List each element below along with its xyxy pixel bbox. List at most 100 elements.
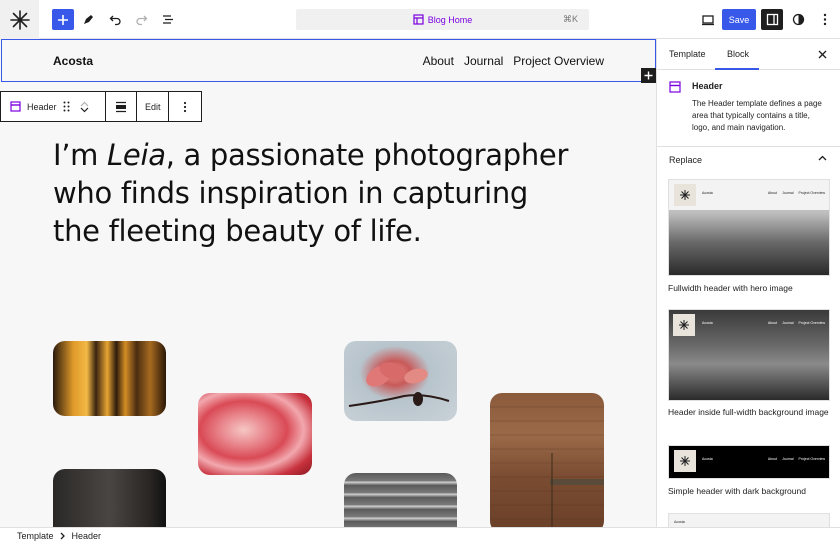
hero-name: Leia bbox=[107, 138, 166, 172]
pattern-nav: About Journal Project Overview bbox=[768, 321, 825, 325]
photo-stone-interior[interactable] bbox=[53, 469, 166, 527]
pattern-nav-item: About bbox=[767, 191, 778, 195]
replace-panel-toggle[interactable] bbox=[818, 153, 827, 164]
pen-icon bbox=[83, 15, 93, 24]
tab-block[interactable]: Block bbox=[727, 49, 749, 59]
wordpress-logo-icon bbox=[9, 9, 30, 30]
brick-texture bbox=[490, 406, 604, 527]
close-sidebar-button[interactable] bbox=[818, 48, 827, 62]
command-shortcut: ⌘K bbox=[562, 14, 578, 24]
styles-button[interactable] bbox=[787, 9, 809, 30]
nav-link-journal[interactable]: Journal bbox=[464, 54, 503, 68]
pattern-nav-item: About bbox=[767, 457, 778, 461]
more-vertical-icon bbox=[183, 101, 187, 112]
block-card-description: The Header template defines a page area … bbox=[692, 99, 822, 132]
pattern-fullwidth-hero[interactable]: Acosta About Journal Project Overview bbox=[668, 179, 830, 276]
insert-block-after-button[interactable] bbox=[641, 68, 656, 83]
document-title: Blog Home bbox=[427, 14, 473, 25]
site-title[interactable]: Acosta bbox=[53, 54, 93, 68]
editor-canvas[interactable]: Acosta About Journal Project Overview He… bbox=[0, 39, 656, 527]
undo-icon bbox=[109, 15, 121, 26]
site-navigation: About Journal Project Overview bbox=[423, 54, 604, 68]
pattern-nav-item: Project Overview bbox=[798, 191, 825, 195]
pattern-logo-icon bbox=[674, 450, 696, 472]
pattern-preview-header: Acosta About Journal Project Overview bbox=[669, 446, 829, 476]
align-full-icon bbox=[115, 101, 126, 112]
pattern-site-title: Acosta bbox=[674, 520, 685, 524]
photo-magnolia-branch[interactable] bbox=[344, 341, 457, 421]
plus-icon bbox=[644, 71, 653, 80]
replace-panel-title[interactable]: Replace bbox=[669, 155, 702, 165]
pattern-header-inside-background[interactable]: Acosta About Journal Project Overview bbox=[668, 309, 830, 401]
redo-button[interactable] bbox=[130, 9, 152, 30]
template-icon bbox=[413, 14, 424, 25]
photo-brick-wall[interactable] bbox=[490, 393, 604, 527]
template-part-icon bbox=[669, 81, 681, 93]
nav-link-about[interactable]: About bbox=[423, 54, 454, 68]
block-options-button[interactable] bbox=[169, 92, 201, 121]
chevron-down-icon[interactable] bbox=[80, 107, 89, 113]
styles-icon bbox=[792, 13, 804, 26]
pattern-logo-icon bbox=[674, 184, 696, 206]
breadcrumb-template[interactable]: Template bbox=[17, 531, 54, 541]
template-part-icon bbox=[10, 101, 21, 112]
align-button[interactable] bbox=[106, 92, 138, 121]
pattern-nav: About Journal Project Overview bbox=[768, 457, 825, 461]
pattern-nav-item: Journal bbox=[782, 321, 794, 325]
settings-sidebar-toggle[interactable] bbox=[761, 9, 783, 30]
desktop-view-icon bbox=[702, 14, 714, 25]
undo-button[interactable] bbox=[104, 9, 126, 30]
editor-top-toolbar: Blog Home ⌘K Save bbox=[0, 0, 840, 39]
list-view-button[interactable] bbox=[157, 9, 179, 30]
hero-heading[interactable]: I’m Leia, a passionate photographer who … bbox=[53, 136, 573, 250]
pattern-simple-dark-header[interactable]: Acosta About Journal Project Overview bbox=[668, 445, 830, 479]
save-button[interactable]: Save bbox=[722, 9, 756, 30]
chevron-right-icon bbox=[60, 532, 65, 540]
pattern-nav-item: Journal bbox=[782, 457, 794, 461]
pattern-logo-icon bbox=[673, 314, 695, 336]
pattern-label: Simple header with dark background bbox=[668, 486, 806, 496]
sidebar-toggle-icon bbox=[766, 13, 778, 26]
photo-concrete-steps[interactable] bbox=[344, 473, 457, 527]
block-card-title: Header bbox=[692, 81, 723, 91]
pattern-minimal-header[interactable]: Acosta bbox=[668, 513, 830, 527]
block-toolbar: Header Edit bbox=[0, 91, 202, 122]
block-type-switcher[interactable]: Header bbox=[1, 92, 106, 121]
device-preview-button[interactable] bbox=[697, 9, 719, 30]
site-icon-button[interactable] bbox=[0, 0, 39, 39]
breadcrumb-header[interactable]: Header bbox=[72, 531, 102, 541]
magnolia-drawing bbox=[348, 362, 450, 407]
hero-prefix: I’m bbox=[53, 138, 108, 172]
tools-button[interactable] bbox=[77, 9, 99, 30]
chevron-up-icon bbox=[818, 155, 827, 161]
settings-sidebar: Template Block Header The Header templat… bbox=[656, 39, 840, 527]
photo-pink-flower[interactable] bbox=[198, 393, 312, 475]
drag-handle-icon[interactable] bbox=[63, 101, 70, 112]
pattern-nav-item: Project Overview bbox=[798, 321, 825, 325]
pattern-nav-item: Project Overview bbox=[798, 457, 825, 461]
pattern-label: Fullwidth header with hero image bbox=[668, 283, 793, 293]
pattern-preview-header: Acosta About Journal Project Overview bbox=[669, 180, 829, 210]
tab-template[interactable]: Template bbox=[669, 49, 706, 59]
options-menu-button[interactable] bbox=[814, 9, 836, 30]
header-template-part[interactable]: Acosta About Journal Project Overview bbox=[1, 39, 656, 82]
pattern-nav-item: About bbox=[767, 321, 778, 325]
sidebar-divider bbox=[657, 146, 840, 147]
edit-template-part-button[interactable]: Edit bbox=[137, 92, 170, 121]
close-icon bbox=[818, 50, 827, 59]
pattern-nav: About Journal Project Overview bbox=[768, 191, 825, 195]
pattern-site-title: Acosta bbox=[702, 321, 713, 325]
sidebar-tabs: Template Block bbox=[657, 39, 840, 70]
command-palette-button[interactable]: Blog Home ⌘K bbox=[296, 9, 589, 30]
block-breadcrumb: Template Header bbox=[0, 527, 840, 544]
redo-icon bbox=[135, 15, 147, 26]
pattern-preview-header: Acosta About Journal Project Overview bbox=[669, 310, 829, 340]
pattern-site-title: Acosta bbox=[702, 191, 713, 195]
photo-amber-light-window[interactable] bbox=[53, 341, 166, 416]
nav-link-project-overview[interactable]: Project Overview bbox=[513, 54, 604, 68]
block-inserter-button[interactable] bbox=[52, 9, 74, 30]
list-view-icon bbox=[162, 15, 173, 24]
block-mover[interactable] bbox=[80, 101, 89, 113]
pattern-nav-item: Journal bbox=[782, 191, 794, 195]
more-vertical-icon bbox=[823, 13, 827, 26]
